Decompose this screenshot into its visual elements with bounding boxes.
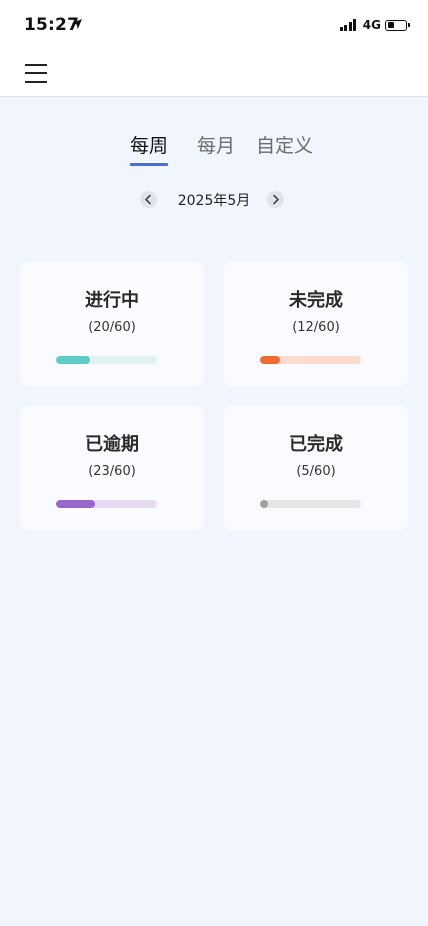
card-count: (12/60) [292,320,340,335]
card-incomplete[interactable]: 未完成 (12/60) [224,262,408,386]
card-count: (20/60) [88,320,136,335]
chevron-left-icon [145,194,151,205]
card-title: 进行中 [85,290,139,311]
card-count: (23/60) [88,464,136,479]
tab-custom-label: 自定义 [256,135,314,157]
progress-fill [56,356,90,364]
signal-icon [339,19,358,31]
tab-weekly-label: 每周 [130,135,169,157]
tab-custom[interactable]: 自定义 [256,132,313,160]
battery-tip [408,23,410,27]
month-navigator: 2025年5月 [0,188,428,212]
app-header [0,50,428,97]
chevron-right-icon [273,194,279,205]
tab-monthly[interactable]: 每月 [197,132,235,160]
status-bar: 15:27 4G [0,0,428,50]
status-icons: 4G [339,17,410,33]
network-type: 4G [362,18,381,32]
progress-bar [260,500,361,508]
progress-bar [260,356,361,364]
tab-weekly[interactable]: 每周 [130,132,169,166]
period-tabs: 每周 每月 自定义 [0,132,428,172]
tab-monthly-label: 每月 [197,135,236,157]
card-completed[interactable]: 已完成 (5/60) [224,406,408,530]
card-title: 已完成 [289,434,343,455]
progress-fill [260,356,281,364]
card-title: 已逾期 [85,434,139,455]
next-month-button[interactable] [267,191,284,208]
progress-bar [56,500,157,508]
card-overdue[interactable]: 已逾期 (23/60) [20,406,204,530]
progress-fill [56,500,95,508]
card-count: (5/60) [296,464,336,479]
prev-month-button[interactable] [140,191,157,208]
progress-bar [56,356,157,364]
card-in-progress[interactable]: 进行中 (20/60) [20,262,204,386]
active-tab-underline [130,163,169,166]
battery-icon [385,19,407,31]
current-month-label: 2025年5月 [177,193,251,209]
location-arrow-icon [72,19,82,29]
progress-fill [260,500,269,508]
hamburger-menu-icon[interactable] [25,62,47,84]
card-title: 未完成 [289,290,343,311]
